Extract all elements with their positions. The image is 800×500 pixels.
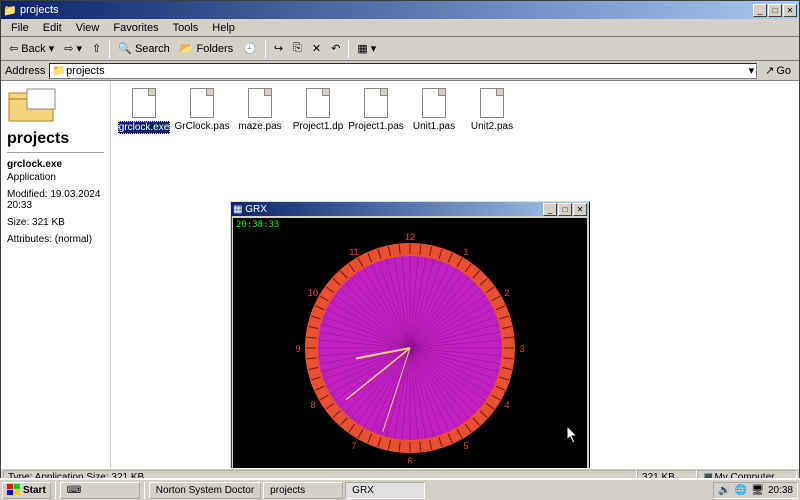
svg-text:2: 2 (504, 288, 509, 298)
menu-view[interactable]: View (70, 21, 106, 35)
selected-name: grclock.exe (7, 159, 104, 170)
explorer-titlebar[interactable]: 📁 projects _ □ ✕ (1, 1, 799, 19)
file-label: Project1.dp (293, 121, 344, 132)
folder-icon: 📁 (3, 3, 17, 17)
undo-button[interactable]: ↶ (327, 40, 344, 57)
svg-text:7: 7 (351, 441, 356, 451)
delete-button[interactable]: ✕ (308, 40, 325, 57)
toolbar: ⇦ Back ▾ ⇨ ▾ ⇧ 🔍 Search 📂 Folders 🕘 ↪ ⎘ … (1, 37, 799, 61)
file-icon (246, 87, 274, 119)
address-label: Address (5, 65, 45, 77)
clock-face: 121234567891011 (295, 233, 525, 463)
size-line: Size: 321 KB (7, 217, 104, 228)
file-label: Project1.pas (348, 121, 404, 132)
app-icon: ▦ (233, 204, 242, 215)
maximize-button[interactable]: □ (768, 4, 782, 17)
menubar: File Edit View Favorites Tools Help (1, 19, 799, 37)
svg-text:8: 8 (310, 400, 315, 410)
file-label: grclock.exe (118, 121, 171, 134)
file-icon (130, 87, 158, 119)
menu-help[interactable]: Help (206, 21, 241, 35)
file-item[interactable]: Project1.pas (353, 87, 399, 132)
chevron-down-icon[interactable]: ▾ (749, 64, 755, 77)
address-input[interactable]: 📁 projects ▾ (49, 63, 757, 79)
folder-icon: 📁 (52, 64, 66, 77)
file-label: Unit1.pas (413, 121, 455, 132)
grx-titlebar[interactable]: ▦ GRX _ □ ✕ (231, 202, 589, 216)
copyto-button[interactable]: ⎘ (289, 40, 306, 57)
tray-icon[interactable]: 🌐 (735, 485, 747, 496)
address-bar: Address 📁 projects ▾ ↗ Go (1, 61, 799, 81)
quick-launch[interactable]: ⌨ (60, 482, 140, 499)
svg-text:4: 4 (504, 400, 509, 410)
attributes-line: Attributes: (normal) (7, 234, 104, 245)
window-title: projects (20, 4, 59, 16)
file-icon (478, 87, 506, 119)
folder-icon (7, 87, 57, 123)
tray-icon[interactable]: 🖥 (751, 485, 764, 496)
file-icon (420, 87, 448, 119)
task-button[interactable]: GRX (345, 482, 425, 499)
menu-edit[interactable]: Edit (37, 21, 68, 35)
back-button[interactable]: ⇦ Back ▾ (5, 40, 58, 57)
minimize-button[interactable]: _ (543, 203, 557, 216)
svg-text:11: 11 (349, 247, 358, 257)
tray-clock: 20:38 (768, 485, 793, 496)
file-label: maze.pas (238, 121, 281, 132)
grx-window[interactable]: ▦ GRX _ □ ✕ 20:38:33 121234567891011 (230, 201, 590, 468)
file-label: Unit2.pas (471, 121, 513, 132)
file-label: GrClock.pas (175, 121, 230, 132)
forward-button[interactable]: ⇨ ▾ (60, 40, 86, 57)
minimize-button[interactable]: _ (753, 4, 767, 17)
start-button[interactable]: Start (2, 482, 51, 499)
menu-tools[interactable]: Tools (167, 21, 205, 35)
file-item[interactable]: grclock.exe (121, 87, 167, 134)
taskbar: Start ⌨ Norton System DoctorprojectsGRX … (0, 478, 800, 500)
modified-line: Modified: 19.03.2024 20:33 (7, 189, 104, 211)
system-tray[interactable]: 🔊 🌐 🖥 20:38 (713, 482, 798, 499)
selected-type: Application (7, 172, 104, 183)
close-button[interactable]: ✕ (783, 4, 797, 17)
svg-text:5: 5 (463, 441, 468, 451)
info-pane: projects grclock.exe Application Modifie… (1, 81, 111, 468)
svg-text:3: 3 (519, 344, 524, 354)
close-button[interactable]: ✕ (573, 203, 587, 216)
task-button[interactable]: projects (263, 482, 343, 499)
maximize-button[interactable]: □ (558, 203, 572, 216)
svg-text:9: 9 (295, 344, 300, 354)
task-button[interactable]: Norton System Doctor (149, 482, 261, 499)
moveto-button[interactable]: ↪ (270, 40, 287, 57)
menu-file[interactable]: File (5, 21, 35, 35)
file-icon (362, 87, 390, 119)
search-button[interactable]: 🔍 Search (114, 40, 174, 57)
grx-title: GRX (245, 204, 267, 215)
file-item[interactable]: Project1.dp (295, 87, 341, 132)
grx-time: 20:38:33 (236, 220, 279, 230)
file-item[interactable]: Unit1.pas (411, 87, 457, 132)
history-button[interactable]: 🕘 (239, 40, 261, 57)
file-icon (188, 87, 216, 119)
folder-title: projects (7, 130, 104, 153)
menu-favorites[interactable]: Favorites (107, 21, 164, 35)
grx-canvas: 20:38:33 121234567891011 (233, 218, 587, 468)
tray-icon[interactable]: 🔊 (718, 485, 730, 496)
svg-text:6: 6 (407, 456, 412, 463)
svg-text:10: 10 (308, 288, 318, 298)
svg-text:1: 1 (463, 247, 468, 257)
file-item[interactable]: maze.pas (237, 87, 283, 132)
file-item[interactable]: GrClock.pas (179, 87, 225, 132)
file-item[interactable]: Unit2.pas (469, 87, 515, 132)
file-icon (304, 87, 332, 119)
windows-icon (7, 484, 21, 496)
svg-text:12: 12 (405, 233, 415, 242)
explorer-window: 📁 projects _ □ ✕ File Edit View Favorite… (0, 0, 800, 487)
go-button[interactable]: ↗ Go (761, 63, 795, 78)
views-button[interactable]: ▦ ▾ (353, 40, 380, 57)
folders-button[interactable]: 📂 Folders (176, 40, 237, 57)
up-button[interactable]: ⇧ (88, 40, 105, 57)
